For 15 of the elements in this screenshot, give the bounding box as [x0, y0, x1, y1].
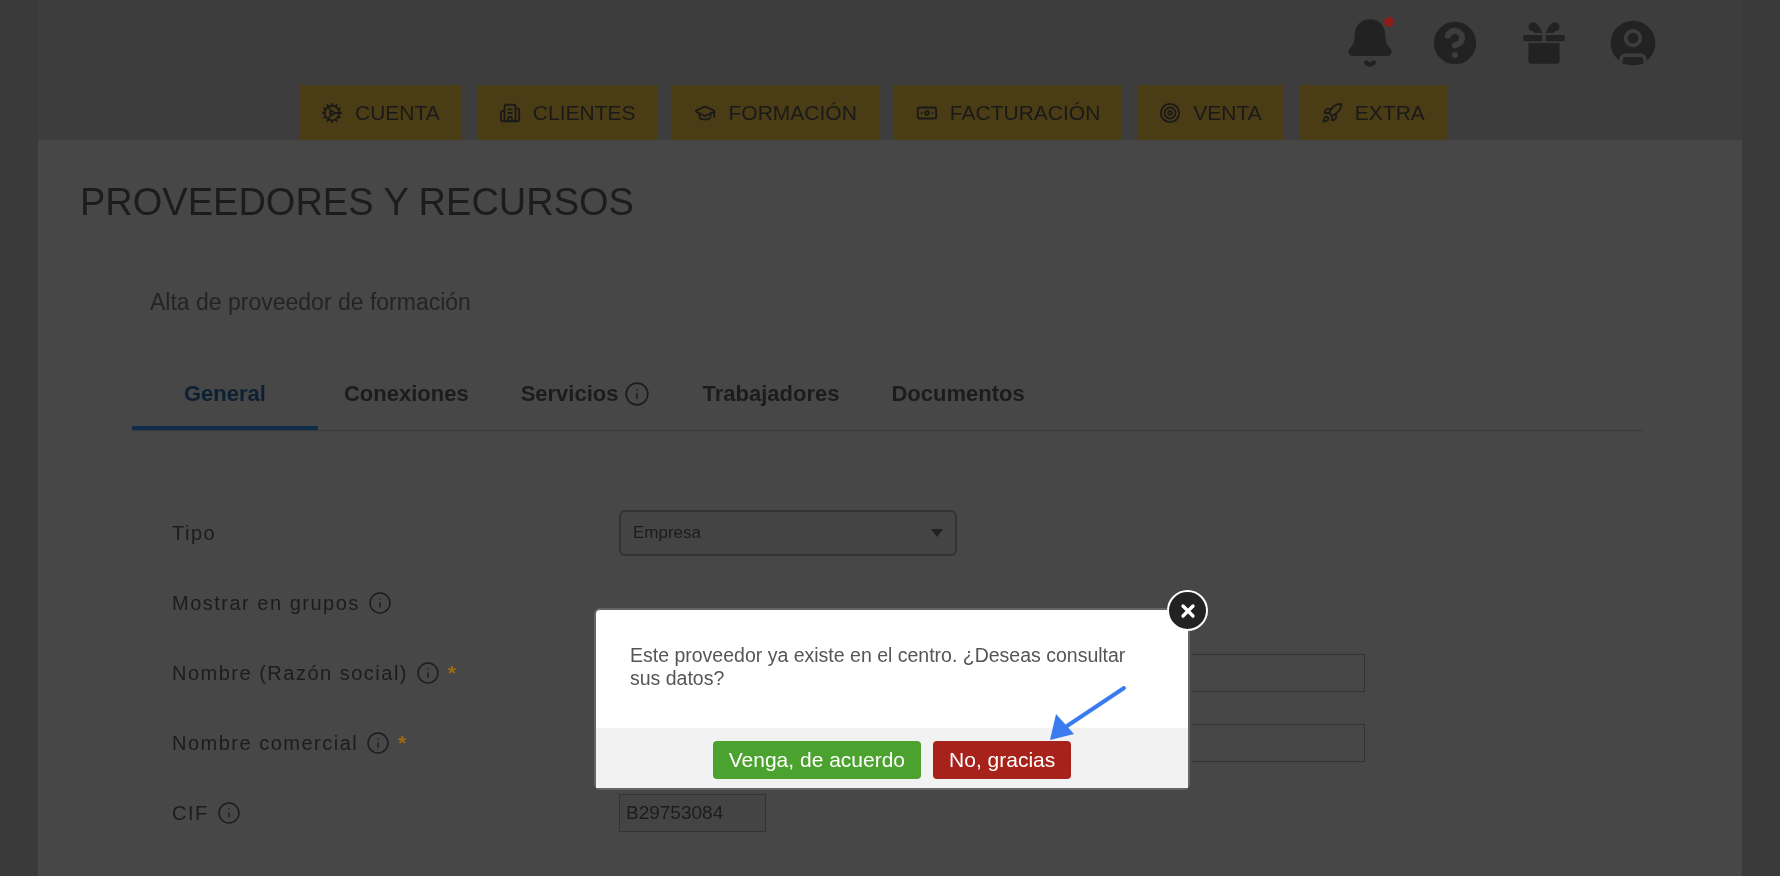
info-icon[interactable]: [416, 660, 440, 685]
required-asterisk: *: [448, 660, 456, 686]
cancel-button[interactable]: No, gracias: [933, 741, 1072, 779]
tab[interactable]: General: [132, 361, 318, 430]
target-icon: [1159, 101, 1182, 124]
rocket-icon: [1320, 101, 1343, 124]
dialog-message: Este proveedor ya existe en el centro. ¿Deseas consultar sus datos?: [630, 644, 1127, 690]
info-icon[interactable]: [367, 590, 392, 615]
info-icon[interactable]: [366, 730, 391, 755]
building-icon: [498, 101, 521, 124]
gear-icon: [321, 101, 343, 124]
dropdown-caret-icon: [931, 528, 943, 537]
info-icon[interactable]: [216, 800, 241, 825]
confirm-button[interactable]: Venga, de acuerdo: [712, 741, 922, 779]
required-asterisk: *: [398, 730, 407, 756]
